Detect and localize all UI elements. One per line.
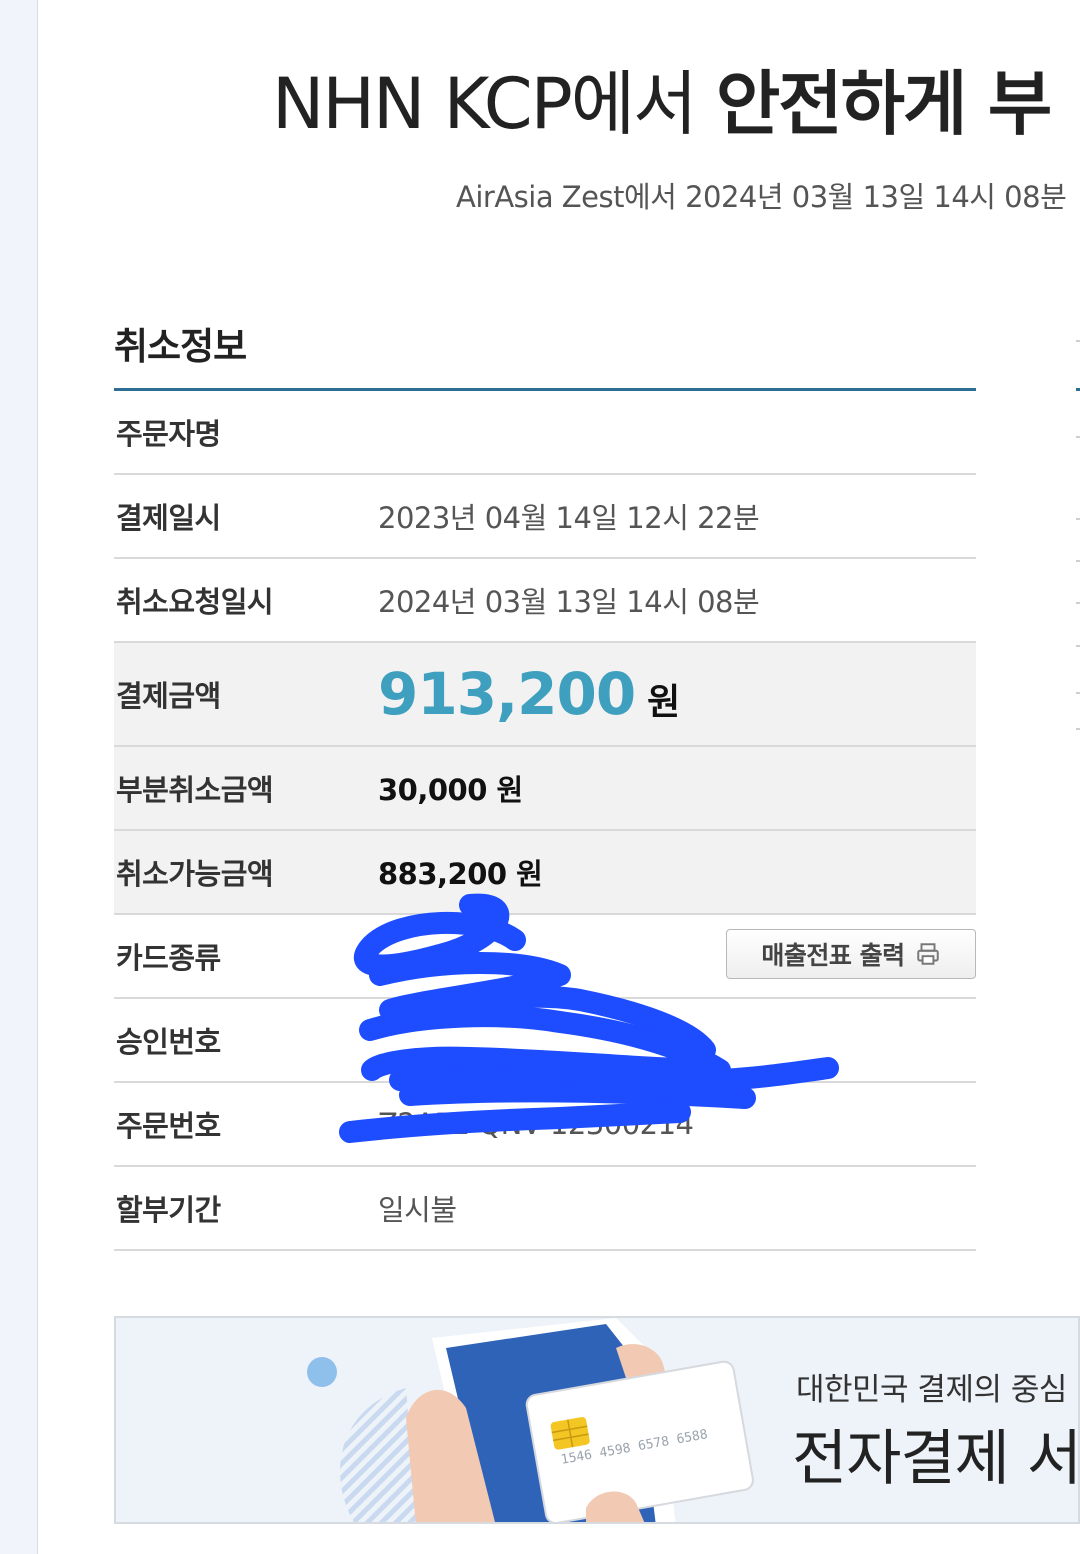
right-panel-mark xyxy=(1076,645,1080,647)
right-panel-mark xyxy=(1076,692,1080,694)
row-label: 부분취소금액 xyxy=(116,773,274,807)
print-receipt-button[interactable]: 매출전표 출력 xyxy=(726,929,976,979)
row-label: 카드종류 xyxy=(116,941,221,975)
decor-dot xyxy=(307,1357,337,1387)
row-installment: 할부기간 일시불 xyxy=(114,1167,976,1251)
row-label: 승인번호 xyxy=(116,1025,221,1059)
payment-amount-number: 913,200 xyxy=(378,660,636,728)
row-value: 30,000 원 xyxy=(378,773,523,807)
right-panel-mark xyxy=(1076,436,1080,438)
banner-title: 전자결제 서 xyxy=(792,1424,1080,1494)
right-panel-mark xyxy=(1076,728,1080,730)
row-cancelable-amount: 취소가능금액 883,200 원 xyxy=(114,831,976,915)
row-label: 결제금액 xyxy=(116,679,221,713)
right-panel-mark xyxy=(1076,340,1080,342)
print-receipt-label: 매출전표 출력 xyxy=(761,941,905,970)
row-order-number: 주문번호 Z2AP2 QNV 12300214 xyxy=(114,1083,976,1167)
row-payment-date: 결제일시 2023년 04월 14일 12시 22분 xyxy=(114,475,976,559)
cancel-info-table: 주문자명 결제일시 2023년 04월 14일 12시 22분 취소요청일시 2… xyxy=(114,391,976,1251)
row-value: 일시불 xyxy=(378,1193,457,1227)
row-value: 2023년 04월 14일 12시 22분 xyxy=(378,501,760,535)
row-label: 결제일시 xyxy=(116,501,221,535)
promo-banner[interactable]: 1546 4598 6578 6588 대한민국 결제의 중심 전자결제 서 xyxy=(114,1316,1080,1524)
row-value: Z2AP2 QNV 12300214 xyxy=(378,1107,694,1141)
row-value: 2024년 03월 13일 14시 08분 xyxy=(378,585,760,619)
payment-amount-value: 913,200 원 xyxy=(378,660,680,728)
right-panel-rule xyxy=(1076,388,1080,391)
row-value: 883,200 원 xyxy=(378,857,543,891)
payment-amount-unit: 원 xyxy=(647,682,680,723)
banner-subtitle: 대한민국 결제의 중심 xyxy=(796,1372,1067,1408)
headline-bold: 안전하게 부 xyxy=(715,63,1052,145)
row-approval-number: 승인번호 xyxy=(114,999,976,1083)
headline-light: NHN KCP에서 xyxy=(272,63,716,145)
section-title: 취소정보 xyxy=(114,325,247,368)
row-label: 할부기간 xyxy=(116,1193,221,1227)
row-partial-cancel-amount: 부분취소금액 30,000 원 xyxy=(114,747,976,831)
printer-icon xyxy=(916,943,939,965)
row-payment-amount: 결제금액 913,200 원 xyxy=(114,643,976,747)
row-label: 취소가능금액 xyxy=(116,857,274,891)
row-label: 취소요청일시 xyxy=(116,585,274,619)
row-label: 주문번호 xyxy=(116,1109,221,1143)
decor-stripes xyxy=(340,1388,416,1522)
row-cancel-request-date: 취소요청일시 2024년 03월 13일 14시 08분 xyxy=(114,559,976,643)
page-subtitle: AirAsia Zest에서 2024년 03월 13일 14시 08분 xyxy=(456,180,1067,214)
row-label: 주문자명 xyxy=(116,417,221,451)
right-panel-mark xyxy=(1076,560,1080,562)
right-panel-mark xyxy=(1076,518,1080,520)
row-card-type: 카드종류 매출전표 출력 xyxy=(114,915,976,999)
right-panel-mark xyxy=(1076,602,1080,604)
page-headline: NHN KCP에서 안전하게 부 xyxy=(272,62,1052,146)
left-rail xyxy=(0,0,38,1554)
row-orderer-name: 주문자명 xyxy=(114,391,976,475)
